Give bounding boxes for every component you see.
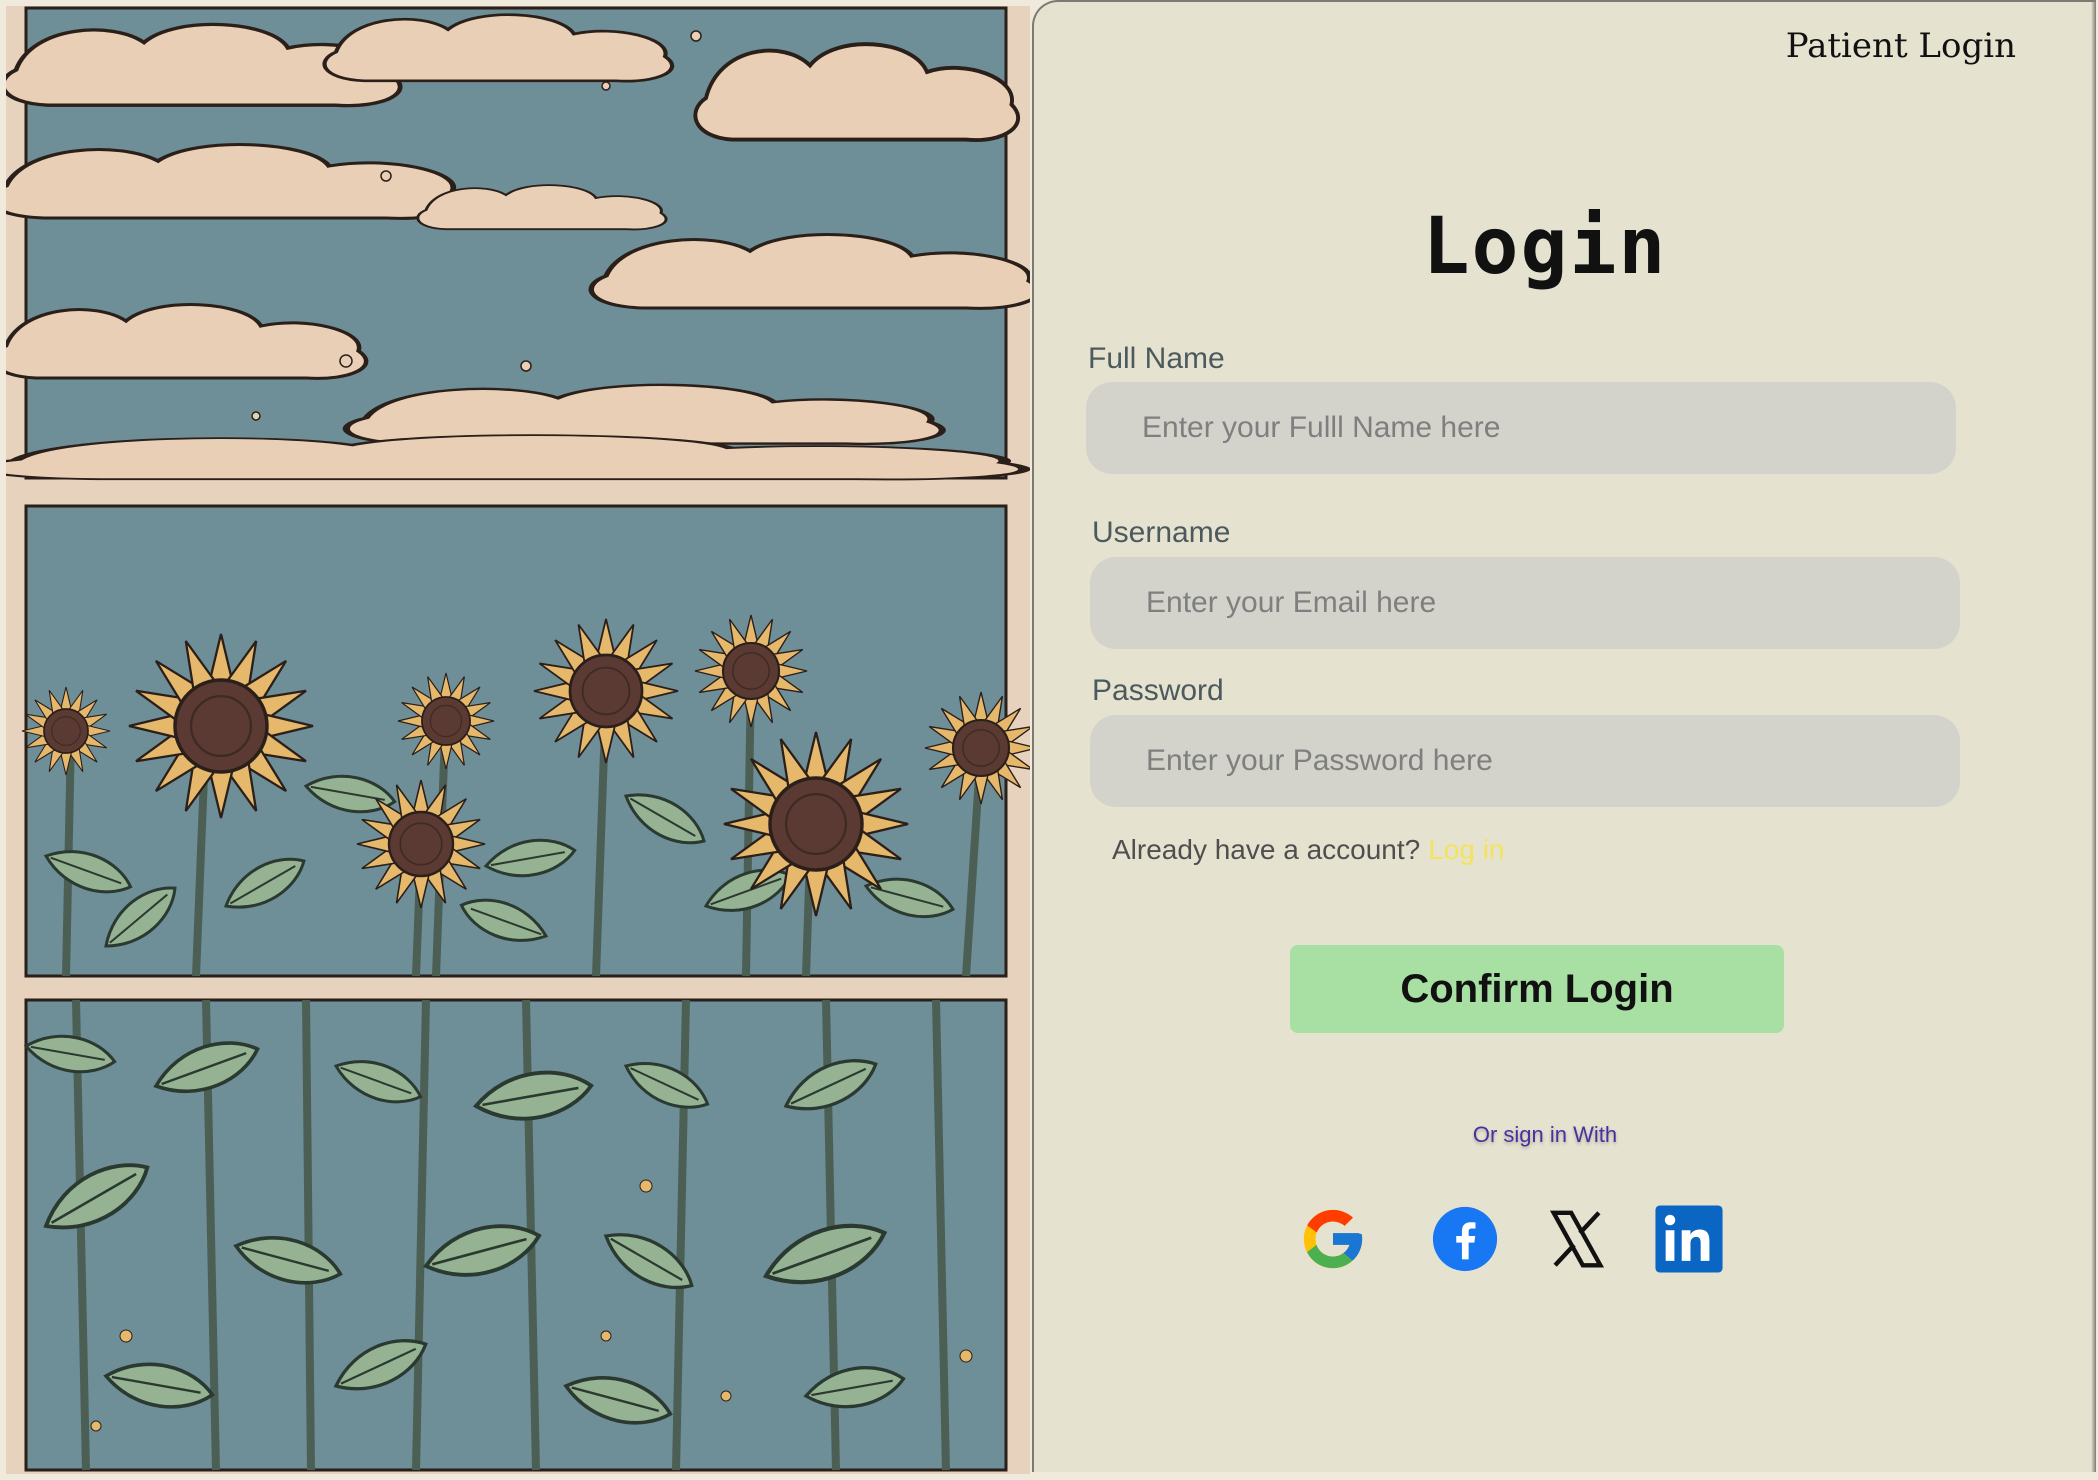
social-caption: Or sign in With — [1472, 1122, 1618, 1147]
sunflower-illustration — [6, 6, 1030, 1474]
full-name-label: Full Name — [1088, 342, 1225, 375]
username-label: Username — [1092, 516, 1231, 549]
account-prompt-text: Already have a account? — [1112, 834, 1421, 865]
linkedin-icon[interactable] — [1654, 1204, 1724, 1274]
social-login-row — [1034, 1204, 2096, 1274]
confirm-login-button[interactable]: Confirm Login — [1290, 945, 1784, 1033]
account-prompt: Already have a account? Log in — [1112, 834, 1505, 866]
login-title: Login — [1422, 202, 1668, 292]
password-input[interactable] — [1090, 715, 1960, 807]
login-link[interactable]: Log in — [1428, 834, 1504, 865]
login-card: Patient Login Login Full Name Username P… — [1032, 0, 2096, 1472]
password-label: Password — [1092, 674, 1224, 707]
x-icon[interactable] — [1542, 1204, 1612, 1274]
facebook-icon[interactable] — [1430, 1204, 1500, 1274]
full-name-input[interactable] — [1086, 382, 1956, 474]
page-header-title: Patient Login — [1785, 26, 2016, 66]
google-icon[interactable] — [1298, 1204, 1368, 1274]
username-input[interactable] — [1090, 557, 1960, 649]
